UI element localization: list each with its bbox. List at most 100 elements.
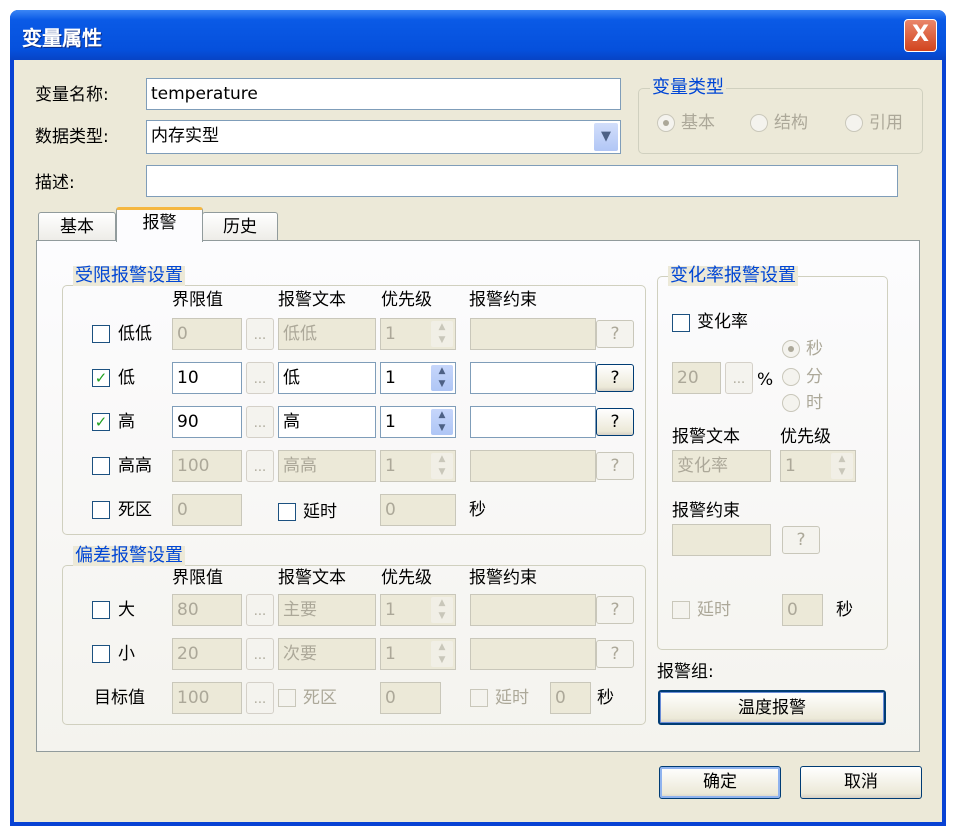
help-button[interactable]: ? <box>596 596 634 624</box>
type-value: 内存实型 <box>151 126 219 146</box>
deadband-input[interactable]: 0 <box>172 494 242 526</box>
close-button[interactable]: X <box>904 19 937 52</box>
rate-unit-radio[interactable] <box>782 394 800 412</box>
target-deadband-input[interactable]: 0 <box>380 682 441 714</box>
limit-value-input[interactable]: 0 <box>172 318 242 350</box>
alarm-text-input[interactable]: 次要 <box>278 638 376 670</box>
help-button[interactable]: ? <box>596 408 634 436</box>
checkbox[interactable] <box>92 601 110 619</box>
browse-button[interactable]: ... <box>246 638 274 670</box>
name-input[interactable]: temperature <box>146 78 621 110</box>
checkbox[interactable]: ✓ <box>92 413 110 431</box>
rate-delay-unit: 秒 <box>836 600 853 620</box>
alarm-text-input[interactable]: 高 <box>278 406 376 438</box>
priority-value: 1 <box>385 412 396 432</box>
browse-button[interactable]: ... <box>725 362 753 394</box>
help-button[interactable]: ? <box>596 452 634 480</box>
browse-button[interactable]: ... <box>246 406 274 438</box>
rate-text-input[interactable]: 变化率 <box>672 450 771 482</box>
constraint-input[interactable] <box>470 318 596 350</box>
rate-priority-spinner[interactable]: 1 ▲ ▼ <box>780 450 856 482</box>
spin-arrows-icon[interactable]: ▲ ▼ <box>431 409 453 435</box>
checkbox[interactable] <box>92 457 110 475</box>
checkbox[interactable] <box>470 689 488 707</box>
priority-spinner[interactable]: 1 ▲ ▼ <box>380 450 456 482</box>
help-button[interactable]: ? <box>596 640 634 668</box>
browse-button[interactable]: ... <box>246 594 274 626</box>
tab-label: 报警 <box>142 213 177 233</box>
constraint-input[interactable] <box>470 638 596 670</box>
rate-value-input[interactable]: 20 <box>672 362 721 394</box>
rate-delay-label: 延时 <box>697 600 731 620</box>
checkbox[interactable] <box>672 601 690 619</box>
browse-button[interactable]: ... <box>246 682 274 714</box>
spin-arrows-icon[interactable]: ▲ ▼ <box>831 453 853 479</box>
target-delay-input[interactable]: 0 <box>550 682 591 714</box>
radio-0[interactable] <box>657 114 675 132</box>
chevron-down-icon[interactable]: ▼ <box>594 123 618 151</box>
desc-label: 描述: <box>35 173 75 193</box>
tab-alarm[interactable]: 报警 <box>116 207 203 242</box>
radio-1[interactable] <box>750 114 768 132</box>
spin-arrows-icon[interactable]: ▲ ▼ <box>431 453 453 479</box>
tab-basic[interactable]: 基本 <box>38 212 116 242</box>
checkbox[interactable] <box>672 314 690 332</box>
limit-value-input[interactable]: 80 <box>172 594 242 626</box>
alarm-text-input[interactable]: 主要 <box>278 594 376 626</box>
alarm-text-input[interactable]: 高高 <box>278 450 376 482</box>
rate-delay-input[interactable]: 0 <box>782 594 823 626</box>
cancel-button[interactable]: 取消 <box>800 766 922 799</box>
priority-spinner[interactable]: 1 ▲ ▼ <box>380 318 456 350</box>
browse-button[interactable]: ... <box>246 318 274 350</box>
constraint-input[interactable] <box>470 450 596 482</box>
priority-spinner[interactable]: 1 ▲ ▼ <box>380 406 456 438</box>
alarm-text-input[interactable]: 低低 <box>278 318 376 350</box>
target-input[interactable]: 100 <box>172 682 242 714</box>
constraint-input[interactable] <box>470 362 596 394</box>
desc-input[interactable] <box>146 165 898 197</box>
priority-spinner[interactable]: 1 ▲ ▼ <box>380 362 456 394</box>
rate-constraint-label: 报警约束 <box>672 501 740 521</box>
rate-unit-label: 分 <box>806 367 823 387</box>
alarm-text-input[interactable]: 低 <box>278 362 376 394</box>
constraint-input[interactable] <box>470 594 596 626</box>
checkbox[interactable] <box>278 689 296 707</box>
ok-button[interactable]: 确定 <box>659 766 781 799</box>
priority-value: 1 <box>785 456 796 476</box>
delay-input[interactable]: 0 <box>380 494 456 526</box>
tab-history[interactable]: 历史 <box>202 212 278 242</box>
rate-unit-radio[interactable] <box>782 368 800 386</box>
checkbox[interactable] <box>92 645 110 663</box>
alarm-group-button[interactable]: 温度报警 <box>658 690 886 725</box>
spin-arrows-icon[interactable]: ▲ ▼ <box>431 641 453 667</box>
column-header: 优先级 <box>381 290 432 310</box>
rate-unit-radio[interactable] <box>782 340 800 358</box>
limit-value-input[interactable]: 100 <box>172 450 242 482</box>
radio-label: 基本 <box>681 113 715 133</box>
browse-button[interactable]: ... <box>246 450 274 482</box>
checkbox[interactable] <box>92 501 110 519</box>
checkbox[interactable] <box>92 325 110 343</box>
limit-value-input[interactable]: 90 <box>172 406 242 438</box>
rate-constraint-input[interactable] <box>672 524 771 556</box>
checkbox[interactable] <box>278 503 296 521</box>
help-button[interactable]: ? <box>782 526 820 554</box>
priority-value: 1 <box>385 324 396 344</box>
spin-arrows-icon[interactable]: ▲ ▼ <box>431 597 453 623</box>
help-button[interactable]: ? <box>596 364 634 392</box>
delay-unit: 秒 <box>469 500 486 520</box>
priority-spinner[interactable]: 1 ▲ ▼ <box>380 594 456 626</box>
limit-value-input[interactable]: 10 <box>172 362 242 394</box>
radio-2[interactable] <box>845 114 863 132</box>
help-button[interactable]: ? <box>596 320 634 348</box>
title-bar[interactable]: 变量属性 <box>10 10 946 60</box>
spin-arrows-icon[interactable]: ▲ ▼ <box>431 365 453 391</box>
checkbox[interactable]: ✓ <box>92 369 110 387</box>
browse-button[interactable]: ... <box>246 362 274 394</box>
priority-spinner[interactable]: 1 ▲ ▼ <box>380 638 456 670</box>
spin-arrows-icon[interactable]: ▲ ▼ <box>431 321 453 347</box>
type-select[interactable]: 内存实型 ▼ <box>146 120 621 154</box>
limit-value-input[interactable]: 20 <box>172 638 242 670</box>
constraint-input[interactable] <box>470 406 596 438</box>
alarm-group-label: 报警组: <box>657 662 714 682</box>
